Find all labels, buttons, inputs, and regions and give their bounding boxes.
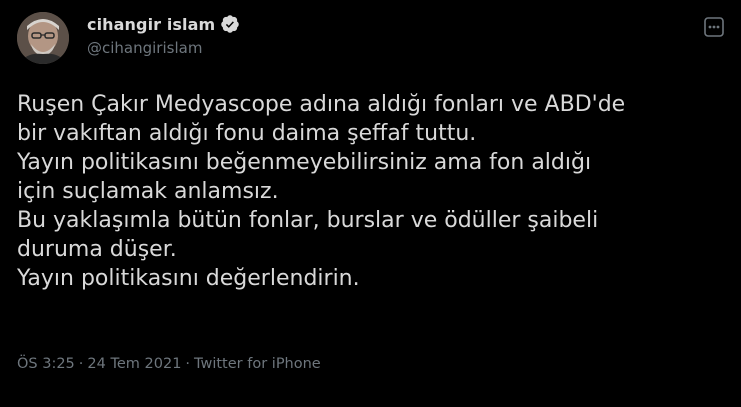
meta-separator: · (185, 356, 191, 372)
more-options-icon[interactable] (701, 14, 727, 40)
tweet-text-line: Ruşen Çakır Medyascope adına aldığı fonl… (17, 92, 626, 117)
tweet-text-line: Bu yaklaşımla bütün fonlar, burslar ve ö… (17, 208, 599, 233)
tweet-card: cihangir islam @cihangirislam Ruşen Çakı… (0, 0, 741, 407)
meta-separator: · (78, 356, 84, 372)
avatar[interactable] (17, 12, 69, 64)
tweet-text-line: için suçlamak anlamsız. (17, 179, 279, 204)
verified-badge-icon (220, 14, 240, 34)
display-name[interactable]: cihangir islam (87, 15, 215, 34)
tweet-text-line: bir vakıftan aldığı fonu daima şeffaf tu… (17, 121, 477, 146)
tweet-text-line: duruma düşer. (17, 237, 177, 262)
tweet-meta: ÖS 3:25 · 24 Tem 2021 · Twitter for iPhone (17, 356, 321, 372)
tweet-source[interactable]: Twitter for iPhone (194, 356, 321, 372)
tweet-text-line: Yayın politikasını değerlendirin. (17, 266, 360, 291)
author-name-row[interactable]: cihangir islam (87, 14, 240, 34)
avatar-photo-icon (17, 12, 69, 64)
author-handle[interactable]: @cihangirislam (87, 39, 202, 57)
tweet-time[interactable]: ÖS 3:25 (17, 356, 75, 372)
tweet-date[interactable]: 24 Tem 2021 (87, 356, 181, 372)
tweet-text: Ruşen Çakır Medyascope adına aldığı fonl… (17, 90, 732, 293)
tweet-text-line: Yayın politikasını beğenmeyebilirsiniz a… (17, 150, 592, 175)
